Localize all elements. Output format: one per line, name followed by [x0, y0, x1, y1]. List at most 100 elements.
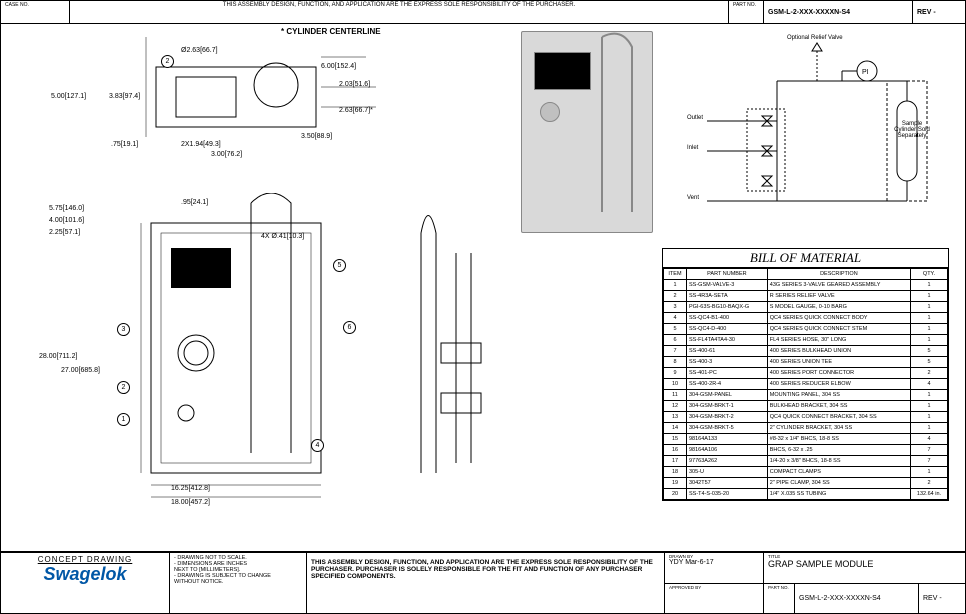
- dim-575: 5.75[146.0]: [49, 205, 84, 212]
- bom-cell: PGI-63S-BG10-BAQX-G: [687, 302, 768, 313]
- schematic-cyl-label: Sample Cylinder Sold Separately: [892, 121, 932, 139]
- bom-cell: 1: [911, 324, 948, 335]
- balloon-4: 4: [311, 439, 324, 452]
- top-view-drawing: [106, 37, 386, 167]
- dim-203: 2.03[51.6]: [339, 81, 370, 88]
- bom-cell: SS-400-3: [687, 357, 768, 368]
- drawing-notes: - DRAWING NOT TO SCALE.- DIMENSIONS ARE …: [170, 553, 307, 613]
- title-value: GRAP SAMPLE MODULE: [768, 559, 961, 569]
- footer-disclaimer: THIS ASSEMBLY DESIGN, FUNCTION, AND APPL…: [307, 553, 665, 613]
- balloon-6: 6: [343, 321, 356, 334]
- bom-cell: 9: [664, 368, 687, 379]
- bom-cell: 2" CYLINDER BRACKET, 304 SS: [767, 423, 910, 434]
- bom-cell: 43G SERIES 3-VALVE GEARED ASSEMBLY: [767, 280, 910, 291]
- dim-225: 2.25[57.1]: [49, 229, 80, 236]
- schematic-inlet-label: Inlet: [687, 145, 698, 151]
- schematic-optional-label: Optional Relief Valve: [787, 35, 843, 41]
- drawing-sheet: CASE NO. THIS ASSEMBLY DESIGN, FUNCTION,…: [0, 0, 966, 614]
- header-part-no: GSM-L-2-XXX-XXXXN-S4: [768, 9, 850, 16]
- bom-cell: 1: [911, 423, 948, 434]
- bom-cell: SS-401-PC: [687, 368, 768, 379]
- bom-cell: SS-QC4-D-400: [687, 324, 768, 335]
- bom-cell: 4: [911, 379, 948, 390]
- header-strip: CASE NO. THIS ASSEMBLY DESIGN, FUNCTION,…: [1, 1, 965, 24]
- bom-cell: 304-GSM-BRKT-1: [687, 401, 768, 412]
- bom-cell: 1/4-20 x 3/8" BHCS, 18-8 SS: [767, 456, 910, 467]
- part-no-label-cell: PART NO.: [729, 1, 764, 23]
- centerline-note: * CYLINDER CENTERLINE: [281, 27, 381, 36]
- bom-cell: 97763A262: [687, 456, 768, 467]
- bom-row: 12304-GSM-BRKT-1BULKHEAD BRACKET, 304 SS…: [664, 401, 948, 412]
- bom-cell: 20: [664, 489, 687, 500]
- bom-cell: MOUNTING PANEL, 304 SS: [767, 390, 910, 401]
- bom-cell: 1: [911, 335, 948, 346]
- bom-title: BILL OF MATERIAL: [663, 249, 948, 268]
- bom-cell: SS-400-2R-4: [687, 379, 768, 390]
- bom-cell: R SERIES RELIEF VALVE: [767, 291, 910, 302]
- footer-rev: REV -: [923, 595, 942, 602]
- case-no-cell: CASE NO.: [1, 1, 70, 23]
- bom-row: 5SS-QC4-D-400QC4 SERIES QUICK CONNECT ST…: [664, 324, 948, 335]
- bom-cell: #8-32 x 1/4" BHCS, 18-8 SS: [767, 434, 910, 445]
- bom-cell: SS-400-61: [687, 346, 768, 357]
- bom-cell: 16: [664, 445, 687, 456]
- iso-render-lines: [522, 32, 652, 232]
- bom-cell: 5: [664, 324, 687, 335]
- bom-cell: QC4 SERIES QUICK CONNECT STEM: [767, 324, 910, 335]
- bom-cell: 4: [664, 313, 687, 324]
- bom-cell: BHCS, 6-32 x .25: [767, 445, 910, 456]
- bom-cell: 305-U: [687, 467, 768, 478]
- bom-row: 193042T572" PIPE CLAMP, 304 SS2: [664, 478, 948, 489]
- bom-cell: SS-T4-S-035-20: [687, 489, 768, 500]
- dim-75: .75[19.1]: [111, 141, 138, 148]
- bom-cell: 19: [664, 478, 687, 489]
- part-no-cell: GSM-L-2-XXX-XXXXN-S4: [764, 1, 913, 23]
- dim-dia: Ø2.63[66.7]: [181, 47, 218, 54]
- bom-cell: QC4 SERIES QUICK CONNECT BODY: [767, 313, 910, 324]
- dim-383: 3.83[97.4]: [109, 93, 140, 100]
- bom-cell: S MODEL GAUGE, 0-10 BARG: [767, 302, 910, 313]
- dim-18: 18.00[457.2]: [171, 499, 210, 506]
- approved-by-label: APPROVED BY: [669, 585, 759, 590]
- dim-6: 6.00[152.4]: [321, 63, 356, 70]
- bom-cell: 1/4" X.035 SS TUBING: [767, 489, 910, 500]
- header-rev: REV -: [917, 9, 936, 16]
- bom-row: 20SS-T4-S-035-201/4" X.035 SS TUBING132.…: [664, 489, 948, 500]
- rev-cell: REV -: [913, 1, 965, 23]
- bom-cell: 1: [911, 390, 948, 401]
- bom-row: 11304-GSM-PANELMOUNTING PANEL, 304 SS1: [664, 390, 948, 401]
- case-no-label: CASE NO.: [5, 2, 65, 8]
- dim-350: 3.50[88.9]: [301, 133, 332, 140]
- bom-cell: 400 SERIES REDUCER ELBOW: [767, 379, 910, 390]
- dim-4xd: 4X Ø.41[10.3]: [261, 233, 304, 240]
- swagelok-logo: Swagelok: [5, 564, 165, 585]
- bom-cell: QC4 QUICK CONNECT BRACKET, 304 SS: [767, 412, 910, 423]
- schematic-vent-label: Vent: [687, 195, 699, 201]
- bom-cell: 7: [911, 445, 948, 456]
- bom-cell: 6: [664, 335, 687, 346]
- bom-cell: 400 SERIES UNION TEE: [767, 357, 910, 368]
- bom-cell: SS-4R3A-SETA: [687, 291, 768, 302]
- bom-cell: 3042T57: [687, 478, 768, 489]
- dim-400: 4.00[101.6]: [49, 217, 84, 224]
- title-block-grid: DRAWN BY YDY Mar-6-17 TITLE GRAP SAMPLE …: [665, 553, 965, 613]
- bom-cell: FL4 SERIES HOSE, 30" LONG: [767, 335, 910, 346]
- bom-cell: 11: [664, 390, 687, 401]
- bom-row: 7SS-400-61400 SERIES BULKHEAD UNION5: [664, 346, 948, 357]
- bom-cell: 18: [664, 467, 687, 478]
- bom-cell: SS-FL4TA4TA4-30: [687, 335, 768, 346]
- bom-row: 9SS-401-PC400 SERIES PORT CONNECTOR2: [664, 368, 948, 379]
- logo-cell: CONCEPT DRAWING Swagelok: [1, 553, 170, 613]
- bom-cell: 2" PIPE CLAMP, 304 SS: [767, 478, 910, 489]
- dim-1625: 16.25[412.8]: [171, 485, 210, 492]
- bom-row: 8SS-400-3400 SERIES UNION TEE5: [664, 357, 948, 368]
- dim-5: 5.00[127.1]: [51, 93, 86, 100]
- bom-row: 4SS-QC4-B1-400QC4 SERIES QUICK CONNECT B…: [664, 313, 948, 324]
- bom-cell: 1: [911, 412, 948, 423]
- bom-cell: 3: [664, 302, 687, 313]
- bom-cell: 1: [911, 291, 948, 302]
- dim-263: 2.63[66.7]*: [339, 107, 373, 114]
- part-no-label: PART NO.: [733, 2, 759, 8]
- drawn-by-value: YDY Mar-6-17: [669, 559, 759, 566]
- bom-row: 1698164A106BHCS, 6-32 x .257: [664, 445, 948, 456]
